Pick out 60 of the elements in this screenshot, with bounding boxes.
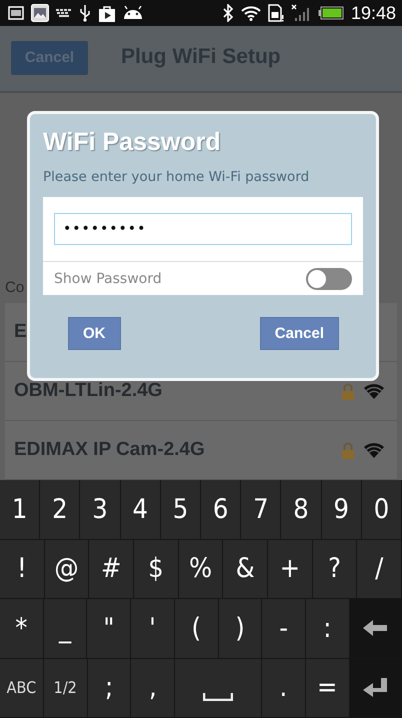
network-name: E xyxy=(14,321,27,344)
backspace-key-icon xyxy=(362,619,388,638)
show-password-switch[interactable] xyxy=(306,268,352,290)
wifi-signal-icon xyxy=(363,441,385,460)
keyboard-key[interactable]: / xyxy=(357,540,402,600)
keyboard-key[interactable]: ' xyxy=(131,599,175,659)
keyboard-key[interactable]: 7 xyxy=(241,480,282,540)
keyboard-key[interactable]: - xyxy=(262,599,306,659)
keyboard-key[interactable]: 2 xyxy=(40,480,80,540)
wifi-signal-icon xyxy=(363,382,385,400)
keyboard-key[interactable]: & xyxy=(223,540,268,600)
keyboard-key[interactable]: 4 xyxy=(120,480,161,540)
network-name: EDIMAX IP Cam-2.4G xyxy=(14,439,205,462)
keyboard-key[interactable]: $ xyxy=(134,540,179,600)
bluetooth-icon xyxy=(222,4,234,22)
keyboard-key[interactable]: % xyxy=(178,540,224,600)
keyboard-key[interactable]: ? xyxy=(312,540,358,600)
keyboard-key[interactable]: ! xyxy=(0,540,45,600)
image-icon xyxy=(8,6,24,20)
robot-icon xyxy=(123,6,143,20)
dialog-title: WiFi Password xyxy=(43,128,222,157)
battery-icon xyxy=(318,6,344,20)
keyboard-key[interactable]: , xyxy=(131,658,176,718)
keyboard-key[interactable]: = xyxy=(306,658,350,718)
photo-icon xyxy=(31,4,49,22)
keyboard-key[interactable]: 6 xyxy=(201,480,242,540)
cancel-button[interactable]: Cancel xyxy=(260,317,339,350)
keyboard-key[interactable]: 1 xyxy=(0,480,40,540)
keyboard-key[interactable]: 3 xyxy=(80,480,121,540)
no-signal-icon xyxy=(290,4,311,22)
password-field[interactable]: ••••••••• xyxy=(54,213,352,245)
keyboard-key[interactable]: 5 xyxy=(160,480,202,540)
usb-icon xyxy=(79,4,91,22)
mode-key[interactable]: ABC xyxy=(0,658,44,718)
keyboard-key[interactable]: + xyxy=(268,540,313,600)
wifi-icon xyxy=(240,5,261,22)
mode-key[interactable]: 1/2 xyxy=(44,658,88,718)
keyboard-icon xyxy=(56,8,72,18)
shopping-bag-icon xyxy=(98,4,116,22)
keyboard-key[interactable]: : xyxy=(306,599,350,659)
keyboard-key[interactable]: _ xyxy=(44,599,88,659)
enter-key-icon xyxy=(362,676,388,699)
keyboard-key[interactable]: ; xyxy=(88,658,132,718)
sim-card-icon xyxy=(268,4,284,22)
clock: 19:48 xyxy=(350,2,396,24)
keyboard-key[interactable]: 9 xyxy=(322,480,362,540)
keyboard-key[interactable]: # xyxy=(89,540,134,600)
keyboard-key[interactable]: . xyxy=(262,658,306,718)
keyboard-key[interactable]: ) xyxy=(218,599,262,659)
ok-button[interactable]: OK xyxy=(68,317,120,350)
keyboard-key[interactable]: ( xyxy=(174,599,219,659)
keyboard-key[interactable]: " xyxy=(87,599,132,659)
keyboard-key[interactable]: 8 xyxy=(281,480,322,540)
dialog-message: Please enter your home Wi-Fi password xyxy=(43,169,310,185)
keyboard-key[interactable]: 0 xyxy=(362,480,402,540)
keyboard-key[interactable]: @ xyxy=(44,540,90,600)
show-password-label: Show Password xyxy=(54,270,162,286)
keyboard-key[interactable]: * xyxy=(0,599,44,659)
space-key-icon xyxy=(203,692,234,701)
network-name: OBM-LTLin-2.4G xyxy=(14,380,162,402)
